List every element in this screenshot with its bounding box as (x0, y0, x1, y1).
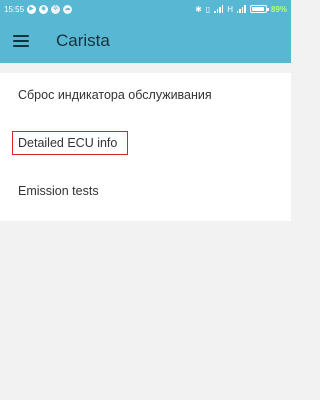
status-time: 15:55 (4, 4, 25, 14)
whatsapp-icon: ◉ (39, 4, 49, 14)
status-right-group: ✱ ▯ H 89% (195, 5, 287, 14)
menu-item-detailed-ecu-info[interactable]: Detailed ECU info (0, 125, 291, 161)
highlight-box: Detailed ECU info (12, 131, 129, 155)
play-icon: ▶ (27, 4, 37, 14)
menu-item-emission-tests[interactable]: Emission tests (0, 173, 291, 209)
menu-item-label: Сброс индикатора обслуживания (18, 88, 212, 102)
settings-icon: ✲ (51, 4, 61, 14)
menu-item-label: Detailed ECU info (18, 136, 118, 150)
page-title: Carista (56, 30, 110, 50)
signal-icon (236, 5, 246, 13)
network-type: H (227, 4, 233, 14)
battery-icon (249, 5, 269, 13)
signal-icon (214, 5, 224, 13)
app-bar: Carista (0, 18, 291, 63)
vibrate-icon: ▯ (205, 4, 211, 14)
menu-item-label: Emission tests (18, 184, 99, 198)
status-bar: 15:55 ▶ ◉ ✲ ☁ ✱ ▯ H 89% (0, 0, 291, 18)
menu-item-service-reset[interactable]: Сброс индикатора обслуживания (0, 77, 291, 113)
bluetooth-icon: ✱ (195, 4, 202, 14)
cloud-icon: ☁ (63, 4, 73, 14)
hamburger-icon[interactable] (0, 18, 40, 63)
battery-fill (251, 7, 264, 11)
status-left-group: 15:55 ▶ ◉ ✲ ☁ (4, 4, 73, 14)
menu-list: Сброс индикатора обслуживания Detailed E… (0, 73, 291, 221)
battery-percent: 89% (270, 4, 287, 14)
